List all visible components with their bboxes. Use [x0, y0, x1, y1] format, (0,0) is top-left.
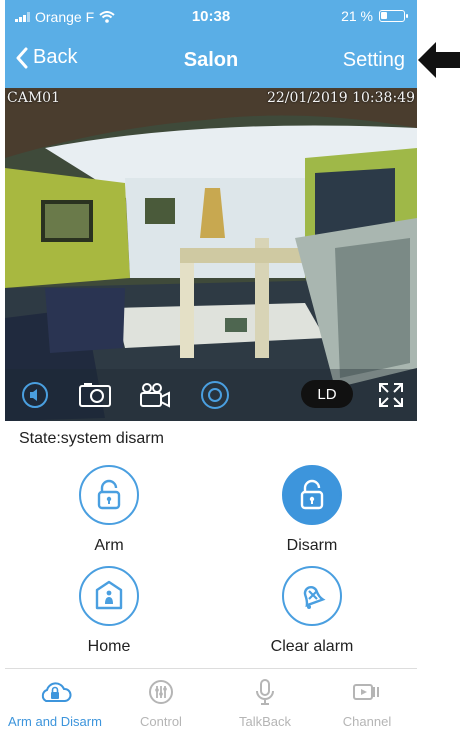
camera-view[interactable]: CAM01 22/01/2019 10:38:49 LD: [5, 88, 417, 421]
home-icon-circle: [79, 566, 139, 626]
tab-control-label: Control: [140, 714, 182, 729]
speaker-icon: [22, 382, 48, 408]
tab-control[interactable]: Control: [111, 679, 211, 729]
snapshot-button[interactable]: [77, 377, 113, 413]
clear-alarm-button[interactable]: Clear alarm: [242, 566, 382, 656]
record-button[interactable]: [137, 377, 173, 413]
arm-label: Arm: [94, 537, 124, 554]
status-bar: Orange F 10:38 21 %: [5, 0, 417, 36]
nav-bar: Back Salon Setting: [5, 36, 417, 88]
fullscreen-button[interactable]: [373, 377, 409, 413]
disarm-button[interactable]: Disarm: [242, 465, 382, 555]
annotation-arrow-icon: [418, 42, 460, 78]
home-label: Home: [87, 638, 131, 655]
battery-info: 21 %: [341, 8, 408, 24]
camera-timestamp: 22/01/2019 10:38:49: [266, 90, 415, 106]
arm-icon-circle: [79, 465, 139, 525]
fullscreen-icon: [379, 383, 403, 407]
battery-icon: [379, 10, 408, 22]
camera-icon: [79, 383, 111, 407]
sliders-icon: [149, 680, 173, 704]
header: Orange F 10:38 21 % Back Salon Setting: [5, 0, 417, 88]
resolution-ld-button[interactable]: LD: [301, 380, 353, 408]
disarm-label: Disarm: [286, 537, 338, 554]
battery-percent: 21 %: [341, 8, 373, 24]
app-screen: Orange F 10:38 21 % Back Salon Setting C…: [5, 0, 417, 730]
tab-bar: Arm and Disarm Control TalkBack Channel: [5, 668, 417, 730]
system-state: State:system disarm: [19, 430, 164, 447]
video-camera-icon: [140, 383, 170, 408]
clear-alarm-label: Clear alarm: [270, 638, 354, 655]
tab-talkback[interactable]: TalkBack: [215, 679, 315, 729]
camera-name: CAM01: [7, 90, 60, 106]
tab-channel[interactable]: Channel: [317, 679, 417, 729]
microphone-icon: [256, 679, 274, 705]
home-shield-icon: [95, 580, 123, 610]
lock-open-icon: [300, 479, 324, 510]
home-button[interactable]: Home: [39, 566, 179, 656]
tab-talkback-label: TalkBack: [238, 714, 292, 729]
bell-cancel-icon: [303, 585, 326, 609]
ptz-control-icon: [201, 381, 229, 409]
clear-alarm-icon-circle: [282, 566, 342, 626]
setting-button[interactable]: Setting: [343, 49, 405, 72]
lock-open-icon: [97, 479, 121, 510]
video-channel-icon: [353, 684, 379, 700]
tab-arm-and-disarm-label: Arm and Disarm: [8, 714, 102, 729]
tab-arm-and-disarm[interactable]: Arm and Disarm: [5, 679, 105, 729]
ptz-button[interactable]: [197, 377, 233, 413]
camera-toolbar: LD: [5, 369, 417, 421]
arm-button[interactable]: Arm: [39, 465, 179, 555]
audio-button[interactable]: [17, 377, 53, 413]
disarm-icon-circle: [282, 465, 342, 525]
tab-channel-label: Channel: [342, 714, 392, 729]
cloud-lock-icon: [41, 682, 72, 702]
